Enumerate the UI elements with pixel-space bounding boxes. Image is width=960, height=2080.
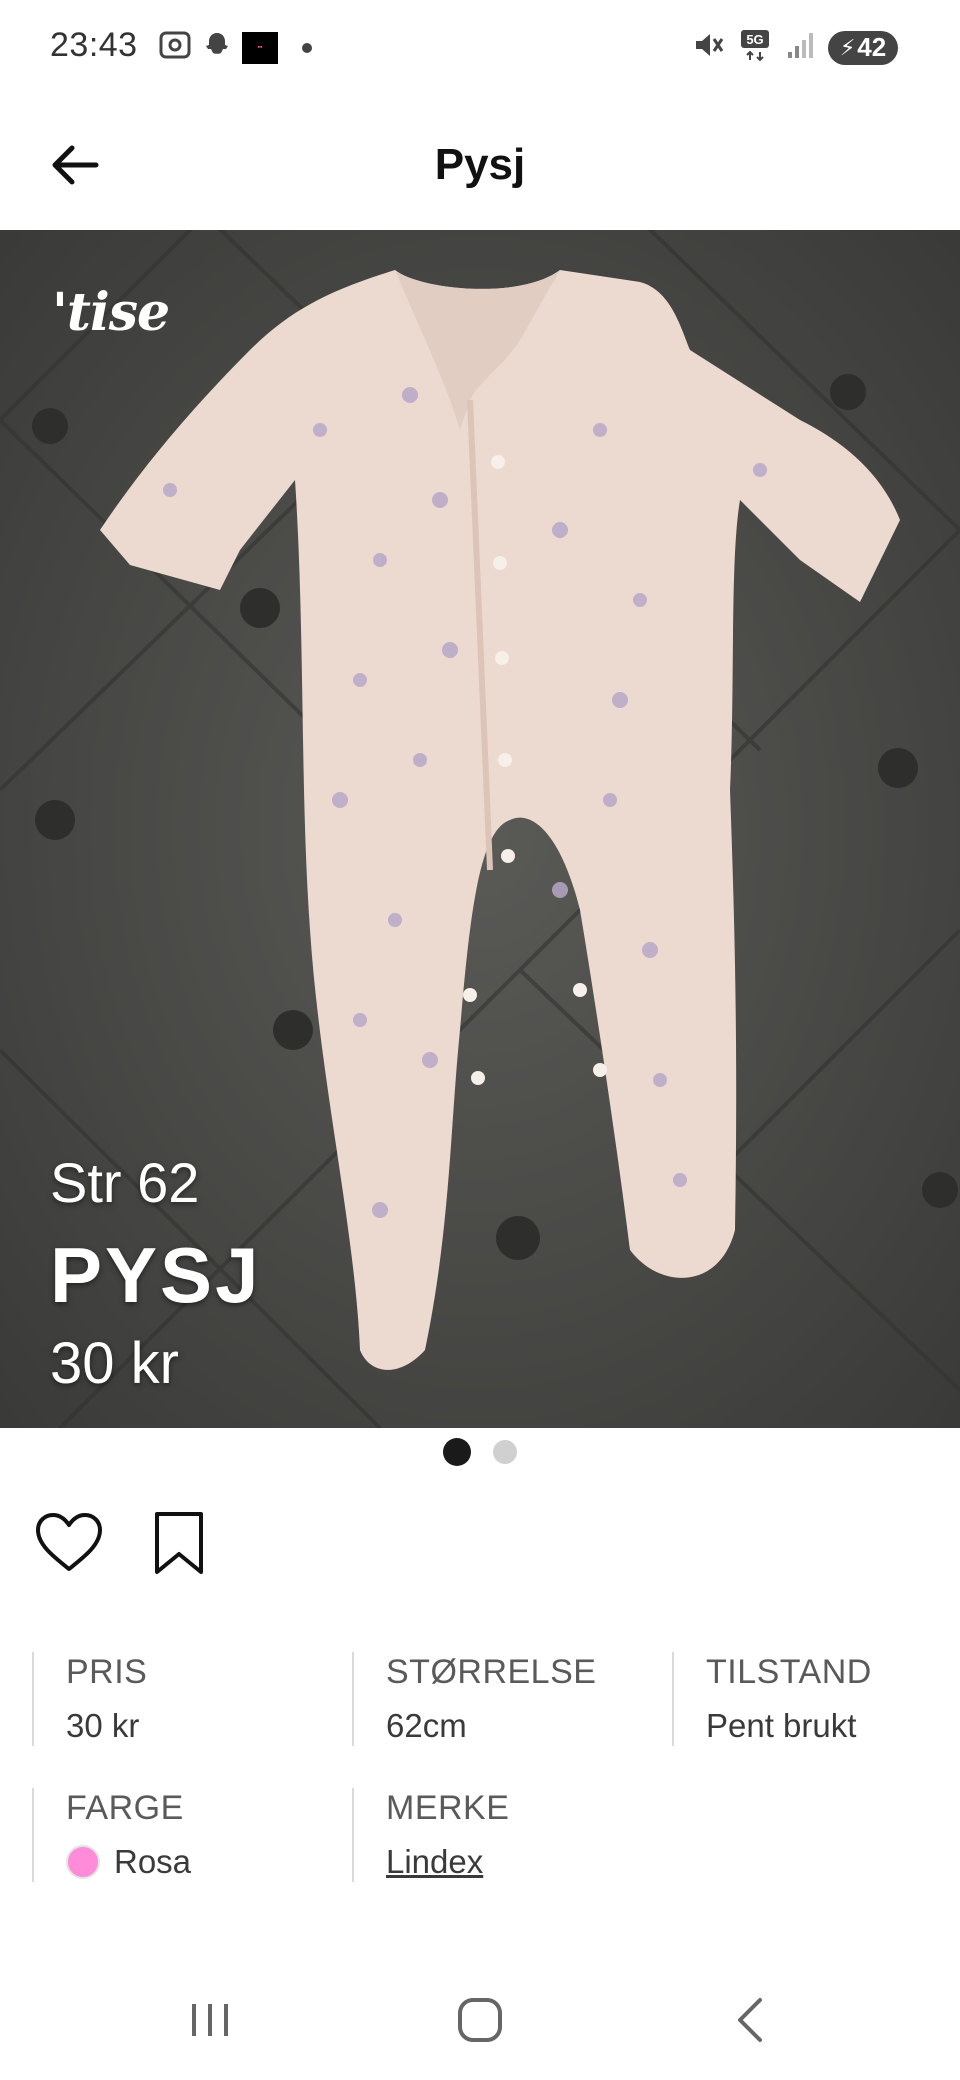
battery-charging-icon: ⚡ 42	[828, 30, 898, 65]
app-header: Pysj	[0, 100, 960, 231]
recent-apps-button[interactable]	[170, 1990, 250, 2050]
attr-size: STØRRELSE 62cm	[352, 1652, 676, 1746]
attr-condition: TILSTAND Pent brukt	[672, 1652, 960, 1746]
attr-value-text: 30 kr	[66, 1707, 140, 1744]
screenshot-icon	[158, 30, 192, 65]
carousel-indicator	[0, 1438, 960, 1466]
attr-value: Rosa	[66, 1842, 356, 1882]
tise-watermark-logo: 'tise	[52, 282, 170, 343]
overlay-price-text: 30 kr	[50, 1331, 179, 1396]
nav-back-button[interactable]	[710, 1990, 790, 2050]
app-thumbnail: ▪▪	[242, 31, 278, 64]
mute-icon	[692, 29, 724, 66]
home-icon	[458, 1998, 502, 2042]
page-title: Pysj	[434, 140, 526, 189]
attr-label: TILSTAND	[706, 1653, 872, 1691]
recent-apps-icon	[192, 2004, 228, 2036]
back-icon	[738, 1998, 762, 2042]
signal-icon	[786, 30, 814, 65]
listing-photo[interactable]: 'tise Str 62 PYSJ 30 kr	[0, 230, 960, 1428]
carousel-dot-2[interactable]	[493, 1440, 517, 1464]
notification-dot	[302, 42, 312, 53]
attr-value: Lindex	[386, 1842, 676, 1882]
overlay-size-text: Str 62	[50, 1151, 200, 1214]
status-time: 23:43	[50, 26, 138, 64]
color-swatch	[66, 1845, 100, 1879]
attr-label: FARGE	[66, 1789, 184, 1827]
status-bar: 23:43 ▪▪ 5G ⚡ 42	[0, 0, 960, 100]
attr-value-text: Pent brukt	[706, 1707, 857, 1744]
snapchat-icon	[202, 30, 232, 65]
attr-label: PRIS	[66, 1653, 148, 1691]
system-nav-bar	[0, 1960, 960, 2080]
heart-icon	[36, 1513, 102, 1571]
attr-color: FARGE Rosa	[32, 1788, 356, 1882]
attr-value: Pent brukt	[706, 1706, 960, 1746]
attr-value: 62cm	[386, 1706, 676, 1746]
action-bar	[34, 1508, 214, 1578]
like-button[interactable]	[34, 1508, 104, 1578]
attr-label: MERKE	[386, 1789, 510, 1827]
carousel-dot-1[interactable]	[443, 1438, 471, 1466]
network-5g-icon: 5G	[738, 28, 772, 67]
status-icons-left: ▪▪	[158, 30, 312, 65]
save-button[interactable]	[144, 1508, 214, 1578]
bookmark-icon	[155, 1512, 203, 1574]
attr-price: PRIS 30 kr	[32, 1652, 356, 1746]
overlay-title-text: PYSJ	[50, 1231, 262, 1319]
attr-value-text: 62cm	[386, 1707, 467, 1744]
status-icons-right: 5G ⚡ 42	[692, 28, 898, 67]
attr-value-text: Rosa	[114, 1843, 192, 1880]
attr-brand: MERKE Lindex	[352, 1788, 676, 1882]
battery-level: 42	[857, 32, 887, 62]
home-button[interactable]	[440, 1990, 520, 2050]
attr-value: 30 kr	[66, 1706, 356, 1746]
brand-link[interactable]: Lindex	[386, 1842, 483, 1882]
attr-label: STØRRELSE	[386, 1653, 597, 1691]
svg-text:5G: 5G	[746, 32, 763, 47]
